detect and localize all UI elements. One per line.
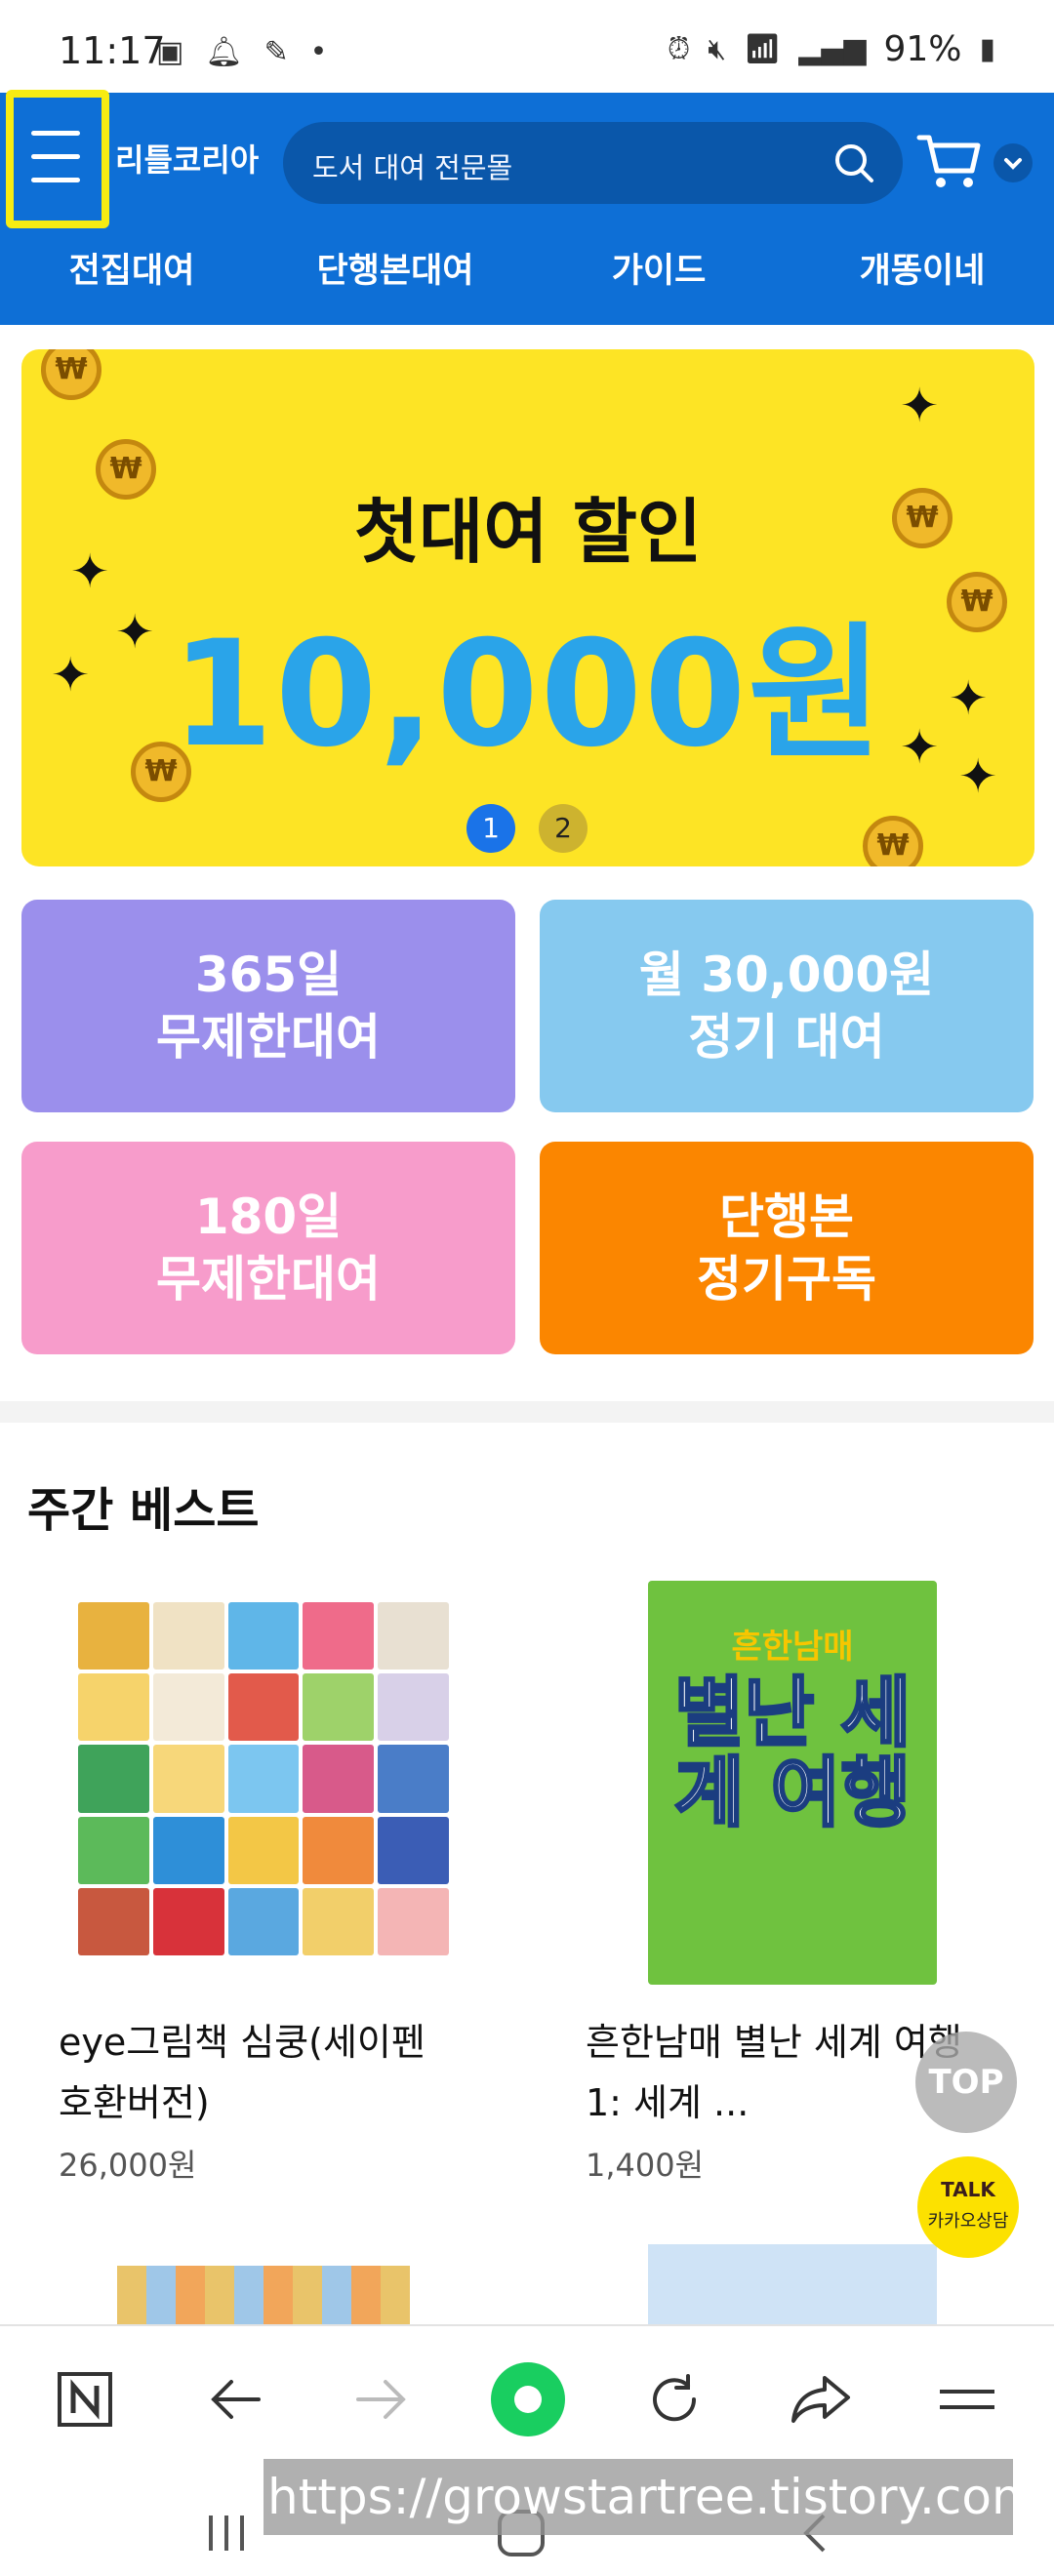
battery-icon: ▮	[979, 32, 995, 66]
arrow-left-icon	[211, 2380, 261, 2419]
wifi-icon: 📶︎	[744, 32, 782, 66]
browser-toolbar	[0, 2324, 1054, 2471]
section-divider	[0, 1401, 1054, 1423]
book-cover-next-2[interactable]	[648, 2244, 937, 2324]
coin-icon: ₩	[863, 816, 923, 866]
share-button[interactable]	[777, 2355, 865, 2443]
book-cover-eye-picturebook[interactable]	[78, 1602, 449, 1955]
notification-bell-icon: 🔔︎	[205, 35, 243, 69]
banner-amount: 10,000원	[171, 610, 885, 780]
status-bar: 11:17 ▣ 🔔︎ ✎ • ⏰︎ 🔇︎ 📶︎ ▂▄▆ 91% ▮	[0, 0, 1054, 93]
site-logo[interactable]: 리틀코리아	[115, 136, 259, 181]
tile-monthly-rental[interactable]: 월 30,000원 정기 대여	[540, 900, 1034, 1112]
book-price-1: 26,000원	[59, 2147, 197, 2184]
green-dot-button[interactable]	[484, 2355, 572, 2443]
browser-menu-button[interactable]	[923, 2355, 1011, 2443]
battery-percent: 91%	[883, 29, 962, 69]
menu-icon	[31, 131, 80, 136]
nav-item-single-book-rental[interactable]: 단행본대여	[264, 234, 527, 322]
book-cover-heunhan-nammae[interactable]: 흔한남매 별난 세계 여행	[648, 1581, 937, 1985]
nav-item-guide[interactable]: 가이드	[527, 234, 790, 322]
chevron-down-icon[interactable]	[993, 143, 1033, 182]
carousel-dot-2[interactable]: 2	[539, 804, 588, 853]
tile-line2: 정기 대여	[688, 1009, 885, 1066]
naver-home-button[interactable]	[41, 2355, 129, 2443]
site-header: 리틀코리아 도서 대여 전문몰 전집대여 단행본대여 가이드 개똥이네	[0, 93, 1054, 325]
status-dot: •	[309, 35, 328, 69]
signal-icon: ▂▄▆	[798, 32, 867, 66]
tile-line1: 180일	[194, 1188, 343, 1245]
share-icon	[791, 2376, 850, 2423]
tile-line2: 무제한대여	[156, 1009, 381, 1066]
weekly-best-title: 주간 베스트	[27, 1483, 260, 1538]
pen-icon: ✎	[264, 35, 289, 69]
carousel-dot-1[interactable]: 1	[466, 804, 515, 853]
tile-180-unlimited-rental[interactable]: 180일 무제한대여	[21, 1142, 515, 1354]
alarm-icon: ⏰︎	[667, 32, 691, 66]
tile-single-book-subscription[interactable]: 단행본 정기구독	[540, 1142, 1034, 1354]
nav-item-gaettongine[interactable]: 개똥이네	[790, 234, 1054, 322]
naver-icon	[58, 2372, 112, 2427]
green-dot-icon	[491, 2362, 565, 2436]
recent-apps-icon[interactable]	[205, 2514, 248, 2553]
book-title-1[interactable]: eye그림책 심쿵(세이펜 호환버전)	[59, 2012, 468, 2133]
back-button[interactable]	[191, 2355, 279, 2443]
banner-title: 첫대여 할인	[353, 491, 703, 573]
cart-icon[interactable]	[915, 132, 984, 190]
talk-label: TALK	[941, 2178, 995, 2201]
status-time: 11:17	[59, 29, 166, 72]
promo-banner[interactable]: ₩ ₩ ₩ ₩ ₩ ₩ ✦ ✦ ✦ ✦ ✦ ✦ ✦ 첫대여 할인 10,000원…	[21, 349, 1034, 866]
book-price-2: 1,400원	[586, 2147, 705, 2184]
tile-line1: 월 30,000원	[638, 946, 935, 1003]
sparkle-icon: ✦	[900, 379, 940, 433]
book-cover-title: 별난 세계 여행	[672, 1670, 912, 1837]
tile-line2: 무제한대여	[156, 1251, 381, 1308]
coin-icon: ₩	[41, 349, 101, 400]
search-bar[interactable]: 도서 대여 전문몰	[283, 122, 903, 204]
arrow-right-icon	[356, 2380, 406, 2419]
tile-line2: 정기구독	[697, 1251, 876, 1308]
kakao-talk-button[interactable]: TALK 카카오상담	[917, 2156, 1019, 2258]
search-icon[interactable]	[832, 141, 875, 184]
main-nav: 전집대여 단행본대여 가이드 개똥이네	[0, 234, 1054, 322]
talk-sub-label: 카카오상담	[927, 2211, 1009, 2232]
book-cover-next-1[interactable]	[117, 2266, 410, 2324]
forward-button[interactable]	[338, 2355, 426, 2443]
hamburger-menu-button[interactable]	[6, 90, 109, 228]
book-cover-brand: 흔한남매	[731, 1628, 854, 1667]
tile-365-unlimited-rental[interactable]: 365일 무제한대여	[21, 900, 515, 1112]
nav-item-full-set-rental[interactable]: 전집대여	[0, 234, 264, 322]
refresh-icon	[653, 2374, 697, 2422]
scroll-top-button[interactable]: TOP	[915, 2032, 1017, 2133]
tile-line1: 단행본	[719, 1188, 854, 1245]
menu-icon	[940, 2390, 994, 2409]
refresh-button[interactable]	[630, 2355, 718, 2443]
gallery-icon: ▣	[156, 35, 184, 69]
mute-icon: 🔇︎	[708, 32, 727, 66]
search-input[interactable]: 도서 대여 전문몰	[312, 145, 512, 186]
watermark: https://growstartree.tistory.com	[264, 2459, 1039, 2535]
tile-line1: 365일	[194, 946, 343, 1003]
